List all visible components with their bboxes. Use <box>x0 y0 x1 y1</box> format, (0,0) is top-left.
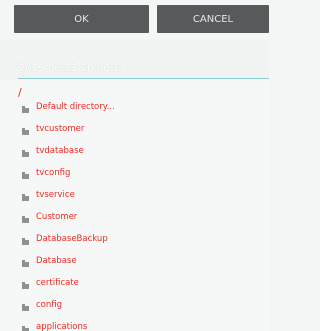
list-item-label: tvconfig <box>36 168 71 178</box>
ok-button[interactable]: OK <box>14 5 149 33</box>
list-item[interactable]: Database <box>22 250 77 272</box>
path-header: 2019-06-13-10-06-14 <box>0 40 269 80</box>
folder-icon <box>22 259 29 267</box>
list-item[interactable]: Default directory... <box>22 96 115 118</box>
list-item-label: tvcustomer <box>36 124 85 134</box>
list-item[interactable]: certificate <box>22 272 79 294</box>
list-item-label: Default directory... <box>36 102 115 112</box>
list-item[interactable]: applications <box>22 316 87 331</box>
list-item[interactable]: config <box>22 294 62 316</box>
list-item-label: Database <box>36 256 77 266</box>
list-item-label: DatabaseBackup <box>36 234 108 244</box>
folder-icon <box>22 237 29 245</box>
folder-icon <box>22 105 29 113</box>
folder-icon <box>22 281 29 289</box>
folder-picker-dialog: OK CANCEL 2019-06-13-10-06-14 / Default … <box>0 0 269 331</box>
list-item-label: config <box>36 300 63 310</box>
list-item-label: tvservice <box>36 190 75 200</box>
list-item-label: tvdatabase <box>36 146 84 156</box>
list-item[interactable]: tvservice <box>22 184 75 206</box>
path-divider <box>18 78 269 79</box>
list-item-label: applications <box>36 322 88 331</box>
list-item[interactable]: DatabaseBackup <box>22 228 108 250</box>
list-item[interactable]: Customer <box>22 206 77 228</box>
folder-icon <box>22 171 29 179</box>
folder-icon <box>22 303 29 311</box>
list-item[interactable]: tvconfig <box>22 162 70 184</box>
list-item-label: certificate <box>36 278 79 288</box>
folder-icon <box>22 149 29 157</box>
button-bar: OK CANCEL <box>0 0 269 40</box>
folder-icon <box>22 215 29 223</box>
cancel-button[interactable]: CANCEL <box>157 5 269 33</box>
list-item[interactable]: tvdatabase <box>22 140 84 162</box>
folder-icon <box>22 127 29 135</box>
current-path: 2019-06-13-10-06-14 <box>19 63 127 74</box>
folder-icon <box>22 325 29 331</box>
folder-icon <box>22 193 29 201</box>
list-item[interactable]: tvcustomer <box>22 118 84 140</box>
list-item-label: Customer <box>36 212 78 222</box>
